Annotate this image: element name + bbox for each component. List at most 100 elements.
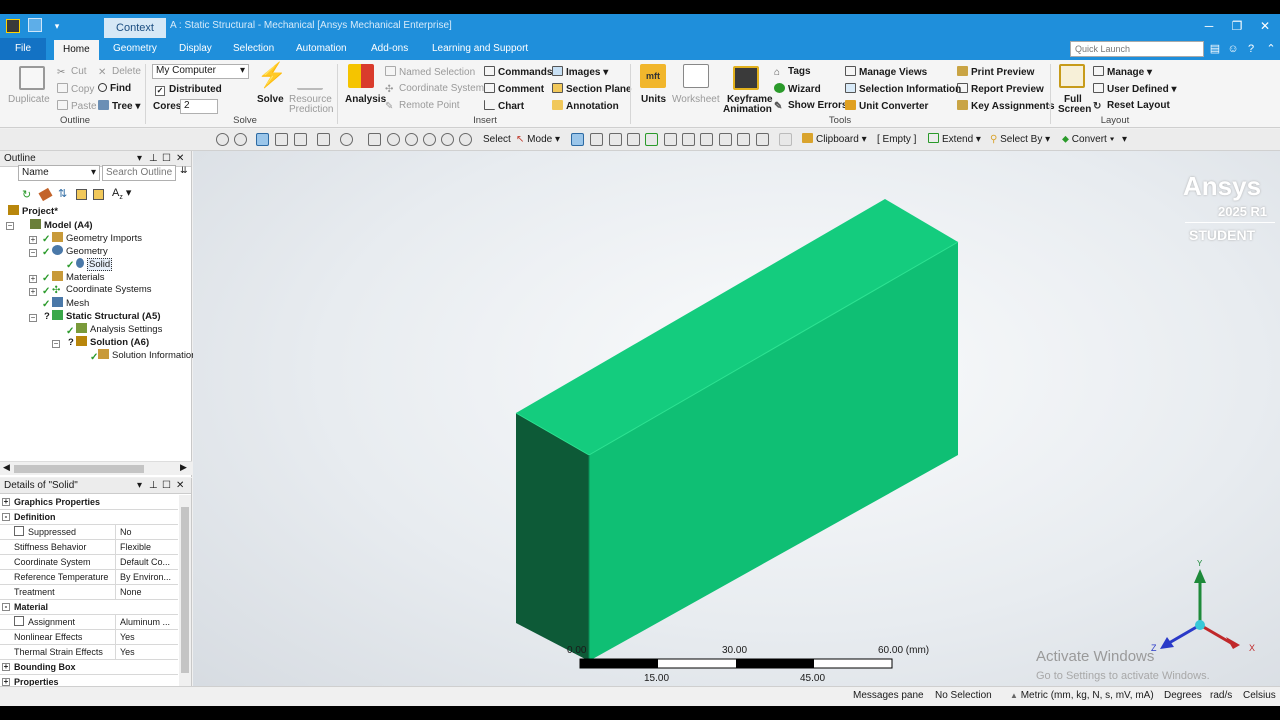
select-button[interactable]: Select: [483, 133, 511, 146]
tree-expander[interactable]: −: [52, 340, 60, 348]
graphics-viewport[interactable]: Ansys 2025 R1 STUDENT 0.00 30.00 60.00 (…: [193, 151, 1280, 699]
property-value[interactable]: Aluminum ...: [120, 615, 178, 629]
show-vertices-icon[interactable]: [317, 133, 330, 146]
find-button[interactable]: Find: [98, 83, 131, 95]
expand-toggle-icon[interactable]: -: [2, 603, 10, 611]
select-body-icon[interactable]: [627, 133, 640, 146]
clipboard-dropdown[interactable]: Clipboard ▾: [802, 133, 867, 146]
property-value[interactable]: Flexible: [120, 540, 178, 554]
expand-all-icon[interactable]: [76, 189, 87, 200]
help-icon[interactable]: ?: [1244, 42, 1258, 56]
tree-expander[interactable]: +: [29, 236, 37, 244]
extend-dropdown[interactable]: Extend ▾: [928, 133, 981, 146]
unit-converter-button[interactable]: Unit Converter: [845, 100, 928, 113]
temperature-unit-button[interactable]: Celsius: [1243, 690, 1276, 701]
solid-body-side-face[interactable]: [516, 413, 589, 661]
minimize-icon[interactable]: ─: [1196, 14, 1222, 38]
alphabetical-sort-icon[interactable]: Az ▾: [112, 186, 131, 201]
tree-node-static-structural[interactable]: Static Structural (A5): [52, 310, 161, 323]
tab-learning-and-support[interactable]: Learning and Support: [423, 38, 537, 60]
scrollbar-thumb[interactable]: [181, 507, 189, 673]
tree-node-geometry-imports[interactable]: Geometry Imports: [52, 232, 142, 245]
selection-information-button[interactable]: Selection Information: [845, 83, 961, 96]
details-property-row[interactable]: Thermal Strain Effects Yes: [0, 645, 178, 660]
show-errors-button[interactable]: ✎ Show Errors: [774, 100, 847, 112]
tab-selection[interactable]: Selection: [224, 38, 283, 60]
zoom-icon[interactable]: [387, 133, 400, 146]
keyframe-animation-icon[interactable]: [733, 66, 759, 90]
manage-views-button[interactable]: Manage Views: [845, 66, 927, 79]
worksheet-icon[interactable]: [683, 64, 709, 88]
sort-icon[interactable]: ⇅: [58, 187, 67, 200]
panel-dropdown-icon[interactable]: ▾: [137, 478, 142, 494]
scroll-left-icon[interactable]: ◀: [3, 462, 10, 473]
rate-unit-button[interactable]: rad/s: [1210, 690, 1232, 701]
quick-access-dropdown-icon[interactable]: ▾: [44, 14, 70, 38]
tab-geometry[interactable]: Geometry: [104, 38, 166, 60]
toolbar-overflow-icon[interactable]: ▾: [1122, 133, 1127, 146]
tree-node-geometry[interactable]: Geometry: [52, 245, 108, 258]
convert-dropdown[interactable]: ⬥ Convert ▾: [1062, 133, 1114, 146]
animation-label[interactable]: Animation: [723, 104, 772, 116]
cores-input[interactable]: 2: [180, 99, 218, 114]
tree-node-materials[interactable]: Materials: [52, 271, 105, 284]
zoom-in-icon[interactable]: [216, 133, 229, 146]
tree-expander[interactable]: +: [29, 275, 37, 283]
screen-label[interactable]: Screen: [1058, 104, 1091, 116]
tab-file[interactable]: File: [0, 38, 46, 60]
outline-filter-select[interactable]: Name ▾: [18, 165, 100, 181]
prediction-label[interactable]: Prediction: [289, 104, 333, 116]
tree-node-solid[interactable]: Solid: [76, 258, 113, 271]
expand-toggle-icon[interactable]: +: [2, 663, 10, 671]
print-preview-button[interactable]: Print Preview: [957, 66, 1034, 79]
tree-node-model[interactable]: Model (A4): [30, 219, 93, 232]
tree-expander[interactable]: −: [29, 249, 37, 257]
wizard-button[interactable]: Wizard: [774, 83, 821, 96]
tab-home[interactable]: Home: [54, 40, 99, 60]
property-value[interactable]: Default Co...: [120, 555, 178, 569]
tags-button[interactable]: ⌂ Tags: [774, 66, 811, 78]
duplicate-icon[interactable]: [19, 66, 45, 90]
zoom-out-icon[interactable]: [234, 133, 247, 146]
tree-expander[interactable]: −: [6, 222, 14, 230]
account-icon[interactable]: ☺: [1226, 42, 1240, 56]
tree-node-coordinate-systems[interactable]: ✣ Coordinate Systems: [52, 284, 152, 296]
named-selection-button[interactable]: Named Selection: [385, 66, 475, 79]
resource-prediction-icon[interactable]: [297, 66, 323, 90]
paste-button[interactable]: Paste: [57, 100, 97, 113]
copy-button[interactable]: Copy: [57, 83, 94, 96]
parameter-checkbox[interactable]: [14, 616, 24, 626]
chart-button[interactable]: Chart: [484, 100, 524, 113]
tag-icon[interactable]: [38, 187, 53, 202]
save-icon[interactable]: [28, 18, 42, 32]
refresh-icon[interactable]: ↻: [22, 188, 31, 201]
property-value[interactable]: No: [120, 525, 178, 539]
restore-icon[interactable]: ❐: [1224, 14, 1250, 38]
messages-pane-button[interactable]: Messages pane: [853, 690, 924, 701]
select-all-icon[interactable]: [719, 133, 732, 146]
expand-toggle-icon[interactable]: +: [2, 678, 10, 686]
measure-icon[interactable]: [779, 133, 792, 146]
select-mesh-icon[interactable]: [700, 133, 713, 146]
manage-button[interactable]: Manage ▾: [1093, 66, 1152, 79]
solve-machine-select[interactable]: My Computer ▾: [152, 64, 249, 79]
show-icon[interactable]: [756, 133, 769, 146]
analysis-icon[interactable]: [348, 64, 374, 88]
tree-node-analysis-settings[interactable]: Analysis Settings: [76, 323, 162, 336]
pin-icon[interactable]: ⊥: [149, 478, 158, 494]
user-defined-button[interactable]: User Defined ▾: [1093, 83, 1177, 96]
rotate-icon[interactable]: [340, 133, 353, 146]
cut-button[interactable]: ✂ Cut: [57, 66, 87, 78]
select-node-icon[interactable]: [645, 133, 658, 146]
app-icon[interactable]: [6, 19, 20, 33]
expand-toggle-icon[interactable]: +: [2, 498, 10, 506]
select-edge-icon[interactable]: [590, 133, 603, 146]
wireframe-view-icon[interactable]: [275, 133, 288, 146]
details-category-row[interactable]: + Graphics Properties: [0, 495, 178, 510]
details-property-row[interactable]: Reference Temperature By Environ...: [0, 570, 178, 585]
box-zoom-icon[interactable]: [405, 133, 418, 146]
tree-node-mesh[interactable]: Mesh: [52, 297, 89, 310]
unit-system-button[interactable]: ▲ Metric (mm, kg, N, s, mV, mA): [1010, 690, 1154, 701]
analysis-button[interactable]: Analysis: [345, 94, 386, 106]
property-value[interactable]: Yes: [120, 645, 178, 659]
